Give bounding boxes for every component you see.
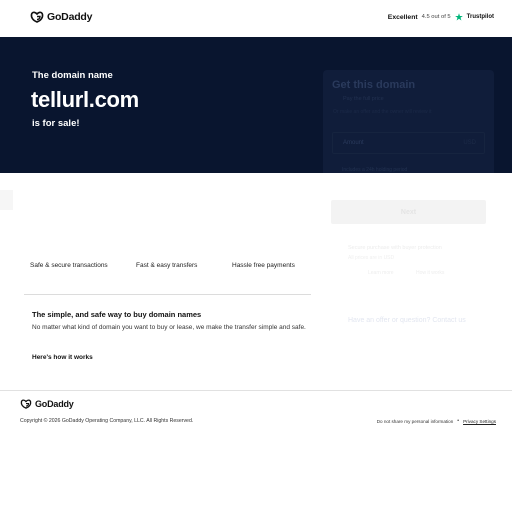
copyright-text: Copyright © 2026 GoDaddy Operating Compa…: [20, 418, 194, 424]
feature-transfers: Fast & easy transfers: [136, 262, 198, 269]
godaddy-logo-icon: [30, 11, 44, 23]
how-it-works-link-faded[interactable]: How it works: [416, 270, 444, 276]
section-divider: [24, 294, 311, 295]
side-tab: [0, 190, 13, 210]
contact-link[interactable]: Have an offer or question? Contact us: [348, 317, 466, 324]
offer-card-lower: Next Secure purchase with buyer protecti…: [323, 173, 494, 343]
offer-amount-input[interactable]: Amount USD: [332, 132, 485, 154]
offer-option-description: Or make an offer and the owner will revi…: [333, 109, 432, 115]
footer-logo-text: GoDaddy: [35, 399, 74, 409]
offer-card: Get this domain Pay the full price Or ma…: [323, 70, 494, 173]
trustpilot-name: Trustpilot: [466, 14, 494, 20]
site-header: GoDaddy Excellent 4.5 out of 5 Trustpilo…: [0, 0, 512, 37]
rating-score: 4.5 out of 5: [421, 14, 451, 20]
privacy-settings-link[interactable]: Privacy Settings: [463, 419, 496, 424]
feature-secure: Safe & secure transactions: [30, 262, 108, 269]
rating-label: Excellent: [387, 13, 418, 21]
hero-eyebrow: The domain name: [32, 70, 113, 81]
how-it-works-link[interactable]: Here's how it works: [32, 354, 93, 361]
footer-logo[interactable]: GoDaddy: [20, 399, 74, 409]
offer-next-button[interactable]: Next: [331, 200, 486, 224]
offer-card-title: Get this domain: [332, 79, 416, 91]
features-row: Safe & secure transactions Fast & easy t…: [0, 262, 320, 274]
offer-option-buy[interactable]: Pay the full price: [343, 96, 384, 102]
logo-text: GoDaddy: [47, 11, 93, 23]
godaddy-logo-icon: [20, 399, 32, 409]
godaddy-logo[interactable]: GoDaddy: [30, 11, 92, 23]
hero-subtitle: is for sale!: [32, 118, 80, 129]
offer-protection-text: Secure purchase with buyer protection: [348, 245, 442, 251]
footer-divider: [0, 390, 512, 391]
hero-domain-name: tellurl.com: [31, 87, 139, 112]
do-not-share-link[interactable]: Do not share my personal information: [377, 419, 454, 424]
currency-label: USD: [463, 140, 476, 146]
learn-more-link[interactable]: Learn more: [368, 270, 394, 276]
separator-dot: •: [457, 418, 460, 424]
trustpilot-rating[interactable]: Excellent 4.5 out of 5 Trustpilot: [388, 13, 494, 21]
trustpilot-star-icon: [454, 13, 463, 21]
feature-payments: Hassle free payments: [232, 262, 295, 269]
offer-amount-placeholder: Amount: [343, 140, 364, 146]
info-body: No matter what kind of domain you want t…: [32, 324, 306, 331]
footer-links: Do not share my personal information • P…: [377, 418, 496, 424]
info-title: The simple, and safe way to buy domain n…: [32, 310, 202, 319]
offer-currency-note: All prices are in USD: [348, 255, 395, 261]
